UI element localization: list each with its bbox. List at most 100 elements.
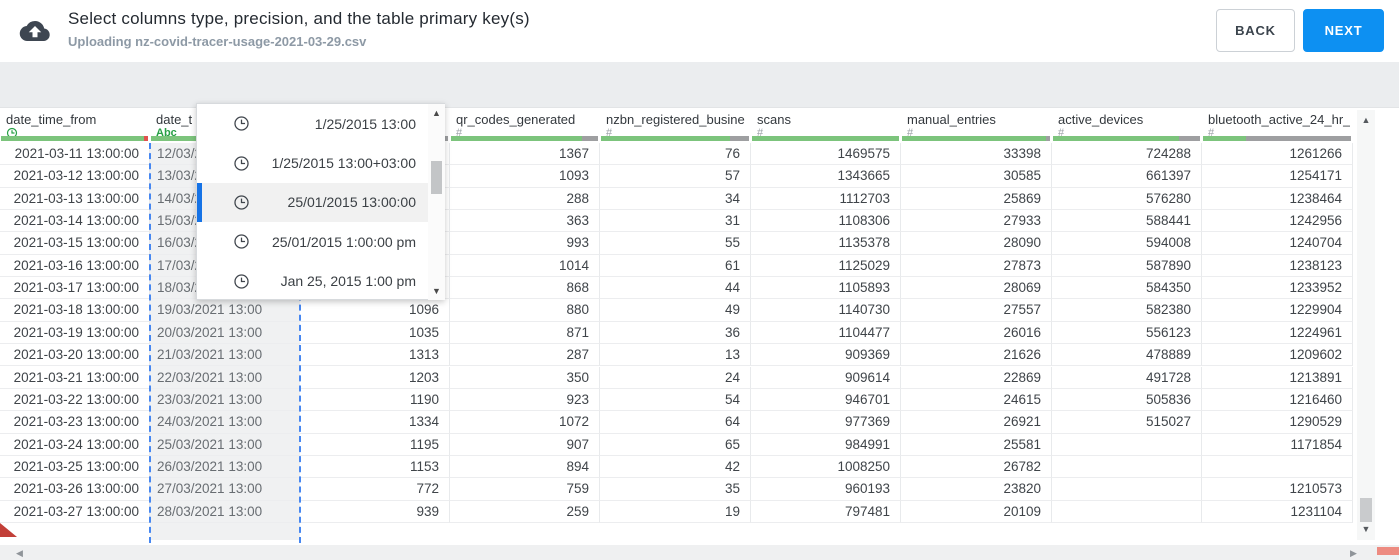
scroll-up-icon[interactable]: ▲ (1357, 115, 1375, 125)
table-cell: 1104477 (751, 321, 901, 345)
column-header[interactable]: qr_codes_generated # (450, 108, 600, 143)
table-vertical-scrollbar[interactable]: ▲ ▼ (1357, 110, 1375, 540)
table-cell: 54 (600, 388, 751, 412)
overflow-marker-icon (0, 521, 17, 543)
table-cell: 20/03/2021 13:00 (150, 322, 300, 345)
column-quality-bar (1, 136, 148, 141)
clock-icon (233, 194, 250, 211)
column-header[interactable]: bluetooth_active_24_hr_ # (1202, 108, 1353, 143)
table-cell: 587890 (1052, 254, 1202, 278)
table-cell: 76 (600, 143, 751, 166)
table-cell: 20109 (901, 500, 1052, 523)
table-cell: 287 (450, 344, 600, 367)
table-cell: 1238123 (1202, 254, 1353, 278)
table-cell: 1242956 (1202, 210, 1353, 233)
dropdown-option[interactable]: 1/25/2015 13:00 (197, 104, 428, 143)
table-cell: 1313 (300, 344, 450, 367)
dropdown-option-label: 1/25/2015 13:00+03:00 (271, 155, 416, 172)
table-cell: 23820 (901, 478, 1052, 501)
table-cell (1052, 478, 1202, 501)
table-row: 2021-03-19 13:00:00 20/03/2021 13:00 1035 8… (0, 321, 1353, 345)
table-cell: 25/03/2021 13:00 (150, 434, 300, 456)
table-cell: 2021-03-23 13:00:00 (0, 411, 150, 434)
date-format-dropdown: 1/25/2015 13:00 1/25/2015 13:00+03:00 25… (196, 103, 445, 300)
table-cell: 1254171 (1202, 165, 1353, 188)
table-cell: 26782 (901, 455, 1052, 479)
dropdown-option-selected[interactable]: 25/01/2015 13:00:00 (197, 182, 428, 223)
table-cell: 34 (600, 187, 751, 211)
table-cell: 26921 (901, 411, 1052, 434)
table-cell: 909614 (751, 366, 901, 389)
page-title: Select columns type, precision, and the … (68, 9, 530, 28)
table-cell: 594008 (1052, 232, 1202, 255)
column-name: manual_entries (907, 112, 996, 127)
table-cell: 259 (450, 500, 600, 523)
table-cell: 27557 (901, 299, 1052, 322)
page-header: Select columns type, precision, and the … (0, 0, 1399, 62)
table-cell: 25869 (901, 187, 1052, 211)
table-cell: 2021-03-11 13:00:00 (0, 143, 150, 166)
vertical-scrollbar-thumb[interactable] (1360, 498, 1372, 522)
table-cell: 1105893 (751, 277, 901, 300)
column-quality-bar (601, 136, 749, 141)
dropdown-option-label: 25/01/2015 13:00:00 (287, 194, 416, 211)
table-row: 2021-03-25 13:00:00 26/03/2021 13:00 1153 8… (0, 455, 1353, 479)
page-subtitle: Uploading nz-covid-tracer-usage-2021-03-… (68, 34, 367, 49)
table-cell: 31 (600, 210, 751, 233)
table-cell: 49 (600, 299, 751, 322)
table-cell: 1334 (300, 411, 450, 434)
table-cell: 26/03/2021 13:00 (150, 456, 300, 479)
clock-icon (233, 155, 250, 172)
dropdown-option-label: 1/25/2015 13:00 (314, 115, 416, 132)
table-cell: 894 (450, 455, 600, 479)
scroll-right-icon[interactable]: ▶ (1350, 548, 1357, 559)
table-cell: 44 (600, 277, 751, 300)
table-cell: 2021-03-14 13:00:00 (0, 210, 150, 233)
column-header[interactable]: scans # (751, 108, 901, 143)
table-cell: 21/03/2021 13:00 (150, 344, 300, 367)
table-cell: 350 (450, 366, 600, 389)
table-cell: 556123 (1052, 321, 1202, 345)
dropdown-option[interactable]: Jan 25, 2015 1:00 pm (197, 262, 428, 301)
dropdown-option-label: Jan 25, 2015 1:00 pm (280, 273, 416, 290)
column-header[interactable]: nzbn_registered_busine # (600, 108, 751, 143)
table-cell: 1209602 (1202, 344, 1353, 367)
table-horizontal-scrollbar[interactable]: ◀ ▶ (0, 545, 1399, 560)
table-cell: 19 (600, 500, 751, 523)
horizontal-scrollbar-thumb[interactable] (1377, 547, 1399, 555)
table-cell: 939 (300, 500, 450, 523)
back-button[interactable]: BACK (1216, 9, 1295, 52)
table-cell: 2021-03-19 13:00:00 (0, 321, 150, 345)
column-header[interactable]: manual_entries # (901, 108, 1052, 143)
dropdown-scrollbar[interactable]: ▲ ▼ (428, 104, 445, 300)
table-cell: 2021-03-18 13:00:00 (0, 299, 150, 322)
table-cell: 35 (600, 478, 751, 501)
table-cell: 977369 (751, 411, 901, 434)
scroll-up-icon[interactable]: ▲ (428, 108, 445, 118)
table-cell: 27/03/2021 13:00 (150, 478, 300, 501)
column-header[interactable]: date_time_from (0, 108, 150, 143)
table-cell: 1014 (450, 254, 600, 278)
column-quality-bar (451, 136, 598, 141)
next-button[interactable]: NEXT (1303, 9, 1384, 52)
scroll-left-icon[interactable]: ◀ (16, 548, 23, 559)
column-name: active_devices (1058, 112, 1144, 127)
table-cell: 64 (600, 411, 751, 434)
table-cell: 1233952 (1202, 277, 1353, 300)
dropdown-scrollbar-thumb[interactable] (431, 161, 442, 194)
table-cell: 33398 (901, 143, 1052, 166)
column-header[interactable]: active_devices # (1052, 108, 1202, 143)
table-cell: 1469575 (751, 143, 901, 166)
scroll-down-icon[interactable]: ▼ (1357, 524, 1375, 534)
table-cell: 491728 (1052, 366, 1202, 389)
dropdown-option[interactable]: 25/01/2015 1:00:00 pm (197, 222, 428, 261)
table-cell: 871 (450, 321, 600, 345)
dropdown-option[interactable]: 1/25/2015 13:00+03:00 (197, 143, 428, 182)
table-cell: 1125029 (751, 254, 901, 278)
scroll-down-icon[interactable]: ▼ (428, 286, 445, 296)
table-cell: 1096 (300, 299, 450, 322)
table-cell: 1290529 (1202, 411, 1353, 434)
column-quality-bar (1203, 136, 1351, 141)
upload-cloud-icon (18, 16, 52, 51)
table-cell: 28090 (901, 232, 1052, 255)
